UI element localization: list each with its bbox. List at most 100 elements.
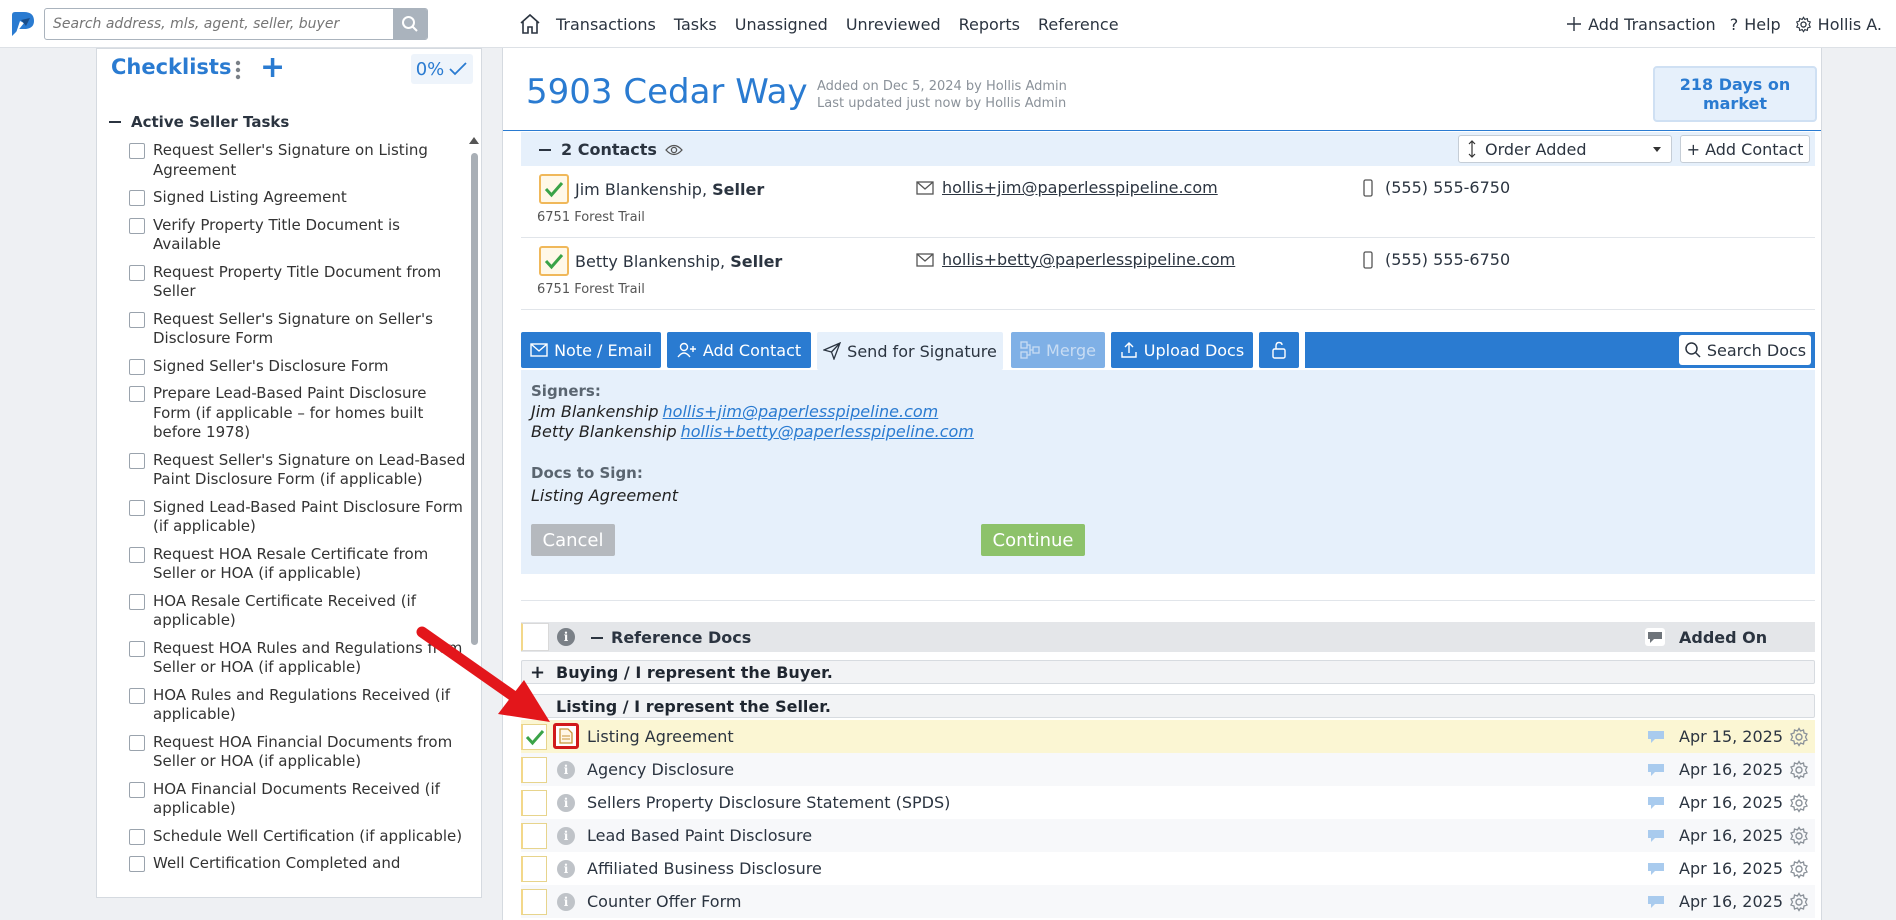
task-checkbox[interactable]	[129, 781, 145, 798]
contact-name[interactable]: Betty Blankenship, Seller	[575, 252, 782, 271]
add-contact-button[interactable]: Add Contact	[667, 332, 811, 368]
doc-row[interactable]: i Sellers Property Disclosure Statement …	[521, 786, 1815, 819]
task-label[interactable]: HOA Financial Documents Received (if app…	[153, 780, 467, 819]
comment-icon[interactable]	[1647, 730, 1665, 744]
task-checkbox[interactable]	[129, 264, 145, 281]
task-checkbox[interactable]	[129, 828, 145, 845]
task-checkbox[interactable]	[129, 734, 145, 751]
comment-icon[interactable]	[1647, 829, 1665, 843]
doc-checkbox[interactable]	[521, 823, 547, 849]
task-label[interactable]: Well Certification Completed and	[153, 854, 467, 874]
gear-icon[interactable]	[1789, 727, 1809, 747]
user-menu[interactable]: Hollis A.	[1795, 15, 1882, 34]
info-icon[interactable]: i	[557, 893, 575, 911]
doc-name[interactable]: Listing Agreement	[587, 727, 734, 746]
search-button[interactable]	[393, 9, 427, 39]
add-contact-header-button[interactable]: + Add Contact	[1680, 135, 1810, 163]
doc-checkbox[interactable]	[521, 856, 547, 882]
task-checkbox[interactable]	[129, 499, 145, 516]
doc-name[interactable]: Sellers Property Disclosure Statement (S…	[587, 793, 950, 812]
nav-transactions[interactable]: Transactions	[556, 15, 656, 34]
contact-email-text[interactable]: hollis+jim@paperlesspipeline.com	[942, 178, 1218, 197]
note-email-button[interactable]: Note / Email	[521, 332, 661, 368]
contact-email-text[interactable]: hollis+betty@paperlesspipeline.com	[942, 250, 1235, 269]
folder-seller[interactable]: – Listing / I represent the Seller.	[521, 694, 1815, 718]
doc-row[interactable]: i Agency Disclosure Apr 16, 2025	[521, 753, 1815, 786]
contact-phone[interactable]: (555) 555-6750	[1363, 250, 1510, 269]
contacts-toggle[interactable]: 2 Contacts	[539, 140, 683, 159]
signer-email-link[interactable]: hollis+betty@paperlesspipeline.com	[681, 422, 974, 441]
task-checkbox[interactable]	[129, 593, 145, 610]
task-checkbox[interactable]	[129, 386, 145, 402]
nav-reports[interactable]: Reports	[959, 15, 1020, 34]
info-icon[interactable]: i	[557, 794, 575, 812]
scroll-thumb[interactable]	[471, 153, 478, 645]
contact-order-select[interactable]: Order Added	[1458, 135, 1672, 163]
contact-checkbox[interactable]	[539, 246, 569, 276]
signer-email-link[interactable]: hollis+jim@paperlesspipeline.com	[663, 402, 939, 421]
task-label[interactable]: Request HOA Financial Documents from Sel…	[153, 733, 467, 772]
gear-icon[interactable]	[1789, 793, 1809, 813]
task-checkbox[interactable]	[129, 452, 145, 469]
task-label[interactable]: Request Seller's Signature on Seller's D…	[153, 310, 467, 349]
upload-docs-button[interactable]: Upload Docs	[1111, 332, 1253, 368]
send-for-signature-tab[interactable]: Send for Signature	[817, 332, 1003, 370]
info-icon[interactable]: i	[557, 761, 575, 779]
doc-row[interactable]: Listing Agreement Apr 15, 2025	[521, 720, 1815, 753]
contact-email[interactable]: hollis+betty@paperlesspipeline.com	[916, 250, 1235, 269]
contact-email[interactable]: hollis+jim@paperlesspipeline.com	[916, 178, 1218, 197]
doc-row[interactable]: i Affiliated Business Disclosure Apr 16,…	[521, 852, 1815, 885]
gear-icon[interactable]	[1789, 892, 1809, 912]
eye-icon[interactable]	[665, 143, 683, 157]
task-label[interactable]: Request Property Title Document from Sel…	[153, 263, 467, 302]
info-icon[interactable]: i	[557, 628, 575, 646]
task-checkbox[interactable]	[129, 217, 145, 234]
contact-name[interactable]: Jim Blankenship, Seller	[575, 180, 764, 199]
merge-button[interactable]: Merge	[1011, 332, 1105, 368]
task-label[interactable]: Signed Lead-Based Paint Disclosure Form …	[153, 498, 467, 537]
comment-icon[interactable]	[1647, 796, 1665, 810]
task-label[interactable]: Signed Listing Agreement	[153, 188, 467, 208]
search-input[interactable]	[45, 9, 395, 39]
task-label[interactable]: HOA Rules and Regulations Received (if a…	[153, 686, 467, 725]
scroll-up-icon[interactable]	[469, 137, 479, 144]
doc-name[interactable]: Counter Offer Form	[587, 892, 741, 911]
comment-icon[interactable]	[1647, 862, 1665, 876]
contact-checkbox[interactable]	[539, 174, 569, 204]
doc-name[interactable]: Lead Based Paint Disclosure	[587, 826, 812, 845]
task-checkbox[interactable]	[129, 546, 145, 563]
doc-checkbox[interactable]	[521, 757, 547, 783]
add-transaction-link[interactable]: Add Transaction	[1566, 15, 1716, 34]
task-label[interactable]: Request HOA Resale Certificate from Sell…	[153, 545, 467, 584]
task-label[interactable]: Verify Property Title Document is Availa…	[153, 216, 467, 255]
doc-checkbox[interactable]	[521, 889, 547, 915]
task-checkbox[interactable]	[129, 311, 145, 328]
task-checkbox[interactable]	[129, 687, 145, 704]
gear-icon[interactable]	[1789, 859, 1809, 879]
nav-tasks[interactable]: Tasks	[674, 15, 717, 34]
gear-icon[interactable]	[1789, 760, 1809, 780]
nav-reference[interactable]: Reference	[1038, 15, 1119, 34]
checklist-scrollbar[interactable]	[467, 91, 481, 897]
doc-checkbox[interactable]	[521, 790, 547, 816]
help-link[interactable]: ? Help	[1730, 15, 1781, 34]
app-logo-icon[interactable]	[8, 9, 38, 39]
nav-unassigned[interactable]: Unassigned	[735, 15, 828, 34]
unlock-button[interactable]	[1259, 332, 1299, 368]
task-checkbox[interactable]	[129, 358, 145, 375]
task-label[interactable]: Request Seller's Signature on Lead-Based…	[153, 451, 467, 490]
reference-docs-toggle[interactable]: Reference Docs	[591, 628, 751, 647]
contact-phone[interactable]: (555) 555-6750	[1363, 178, 1510, 197]
doc-row[interactable]: i Lead Based Paint Disclosure Apr 16, 20…	[521, 819, 1815, 852]
cancel-button[interactable]: Cancel	[531, 524, 615, 556]
info-icon[interactable]: i	[557, 860, 575, 878]
more-options-icon[interactable]	[233, 59, 243, 81]
task-checkbox[interactable]	[129, 640, 145, 657]
folder-buyer[interactable]: + Buying / I represent the Buyer.	[521, 660, 1815, 684]
doc-name[interactable]: Agency Disclosure	[587, 760, 734, 779]
task-label[interactable]: Request HOA Rules and Regulations from S…	[153, 639, 467, 678]
comment-icon[interactable]	[1647, 763, 1665, 777]
search-docs-button[interactable]: Search Docs	[1679, 335, 1811, 365]
continue-button[interactable]: Continue	[981, 524, 1085, 556]
home-icon[interactable]	[518, 11, 544, 37]
